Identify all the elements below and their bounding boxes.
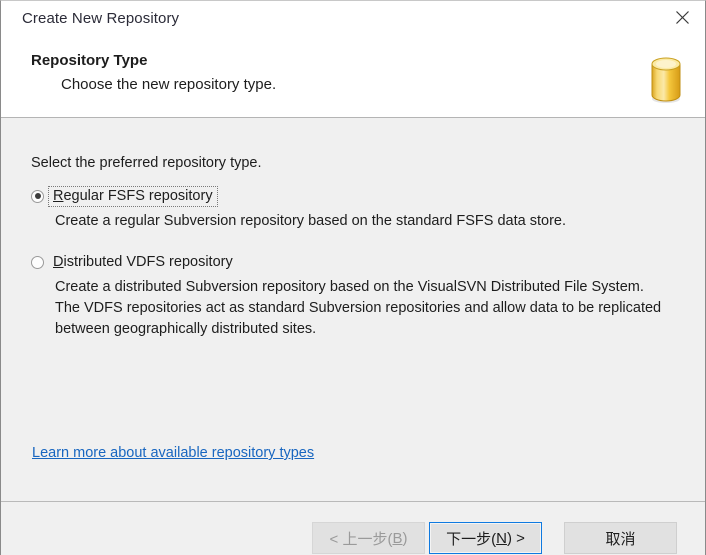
dialog-header: Repository Type Choose the new repositor… bbox=[1, 37, 705, 118]
title-bar: Create New Repository bbox=[1, 1, 705, 37]
close-button[interactable] bbox=[659, 1, 705, 34]
window-title: Create New Repository bbox=[22, 10, 180, 27]
next-label-after: ) > bbox=[506, 529, 525, 547]
dialog-body: Select the preferred repository type. Re… bbox=[1, 118, 705, 501]
accel-key: N bbox=[496, 529, 507, 547]
intro-text: Select the preferred repository type. bbox=[31, 155, 262, 171]
radio-button-distributed-vdfs[interactable] bbox=[31, 255, 44, 269]
radio-label-distributed-vdfs[interactable]: Distributed VDFS repository bbox=[49, 253, 237, 272]
create-new-repository-dialog: Create New Repository Repository Type Ch… bbox=[0, 0, 706, 555]
option-description-regular-fsfs: Create a regular Subversion repository b… bbox=[55, 213, 567, 229]
next-button[interactable]: 下一步(N) > bbox=[429, 522, 542, 554]
next-label-before: 下一步( bbox=[446, 530, 497, 548]
page-subtitle: Choose the new repository type. bbox=[61, 76, 277, 93]
back-button[interactable]: < 上一步(B) bbox=[312, 522, 425, 554]
radio-label-regular-fsfs[interactable]: Regular FSFS repository bbox=[48, 185, 218, 207]
page-title: Repository Type bbox=[31, 52, 148, 69]
repository-cylinder-icon bbox=[646, 53, 686, 105]
radio-label-rest: egular FSFS repository bbox=[63, 187, 213, 204]
radio-label-rest: istributed VDFS repository bbox=[63, 253, 233, 270]
accel-key: B bbox=[392, 529, 403, 547]
accel-key: D bbox=[53, 253, 64, 270]
close-icon bbox=[675, 11, 689, 24]
learn-more-link[interactable]: Learn more about available repository ty… bbox=[32, 445, 314, 461]
back-label-before: < 上一步( bbox=[329, 530, 393, 548]
radio-row[interactable]: Distributed VDFS repository bbox=[31, 252, 665, 272]
repository-type-option-regular-fsfs[interactable]: Regular FSFS repository Create a regular… bbox=[31, 185, 665, 232]
repository-type-option-distributed-vdfs[interactable]: Distributed VDFS repository Create a dis… bbox=[31, 252, 665, 340]
radio-button-regular-fsfs[interactable] bbox=[31, 189, 44, 203]
cancel-button[interactable]: 取消 bbox=[564, 522, 677, 554]
option-description-distributed-vdfs: Create a distributed Subversion reposito… bbox=[55, 279, 662, 337]
accel-key: R bbox=[53, 187, 64, 204]
dialog-footer: < 上一步(B) 下一步(N) > 取消 bbox=[1, 501, 705, 555]
radio-row[interactable]: Regular FSFS repository bbox=[31, 185, 665, 207]
back-label-after: ) bbox=[402, 529, 408, 547]
